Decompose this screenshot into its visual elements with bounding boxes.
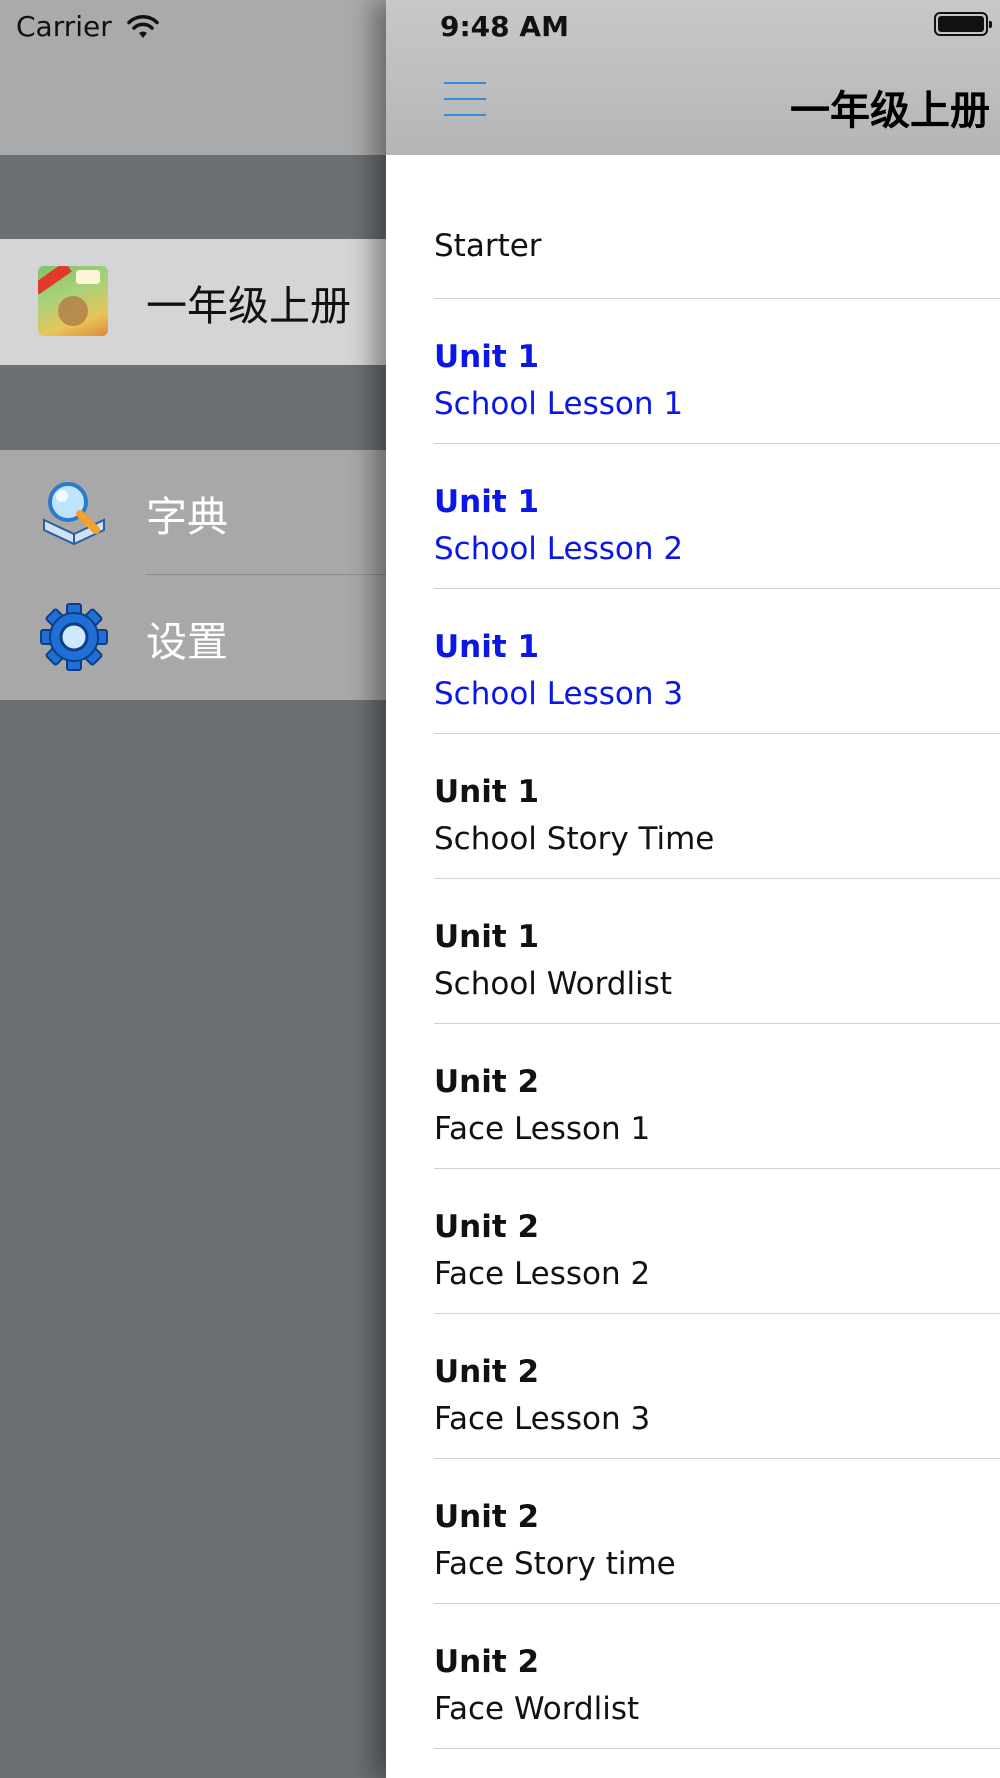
gear-icon <box>40 603 108 671</box>
list-item-lesson: Face Lesson 2 <box>434 1256 651 1292</box>
list-item-lesson: Face Story time <box>434 1546 676 1582</box>
drawer-item-current-book[interactable]: 一年级上册 <box>0 239 386 365</box>
drawer-item-label: 一年级上册 <box>146 282 351 330</box>
list-item-unit: Unit 1 <box>434 774 540 810</box>
list-item[interactable]: Unit 1 School Lesson 1 <box>386 299 1000 444</box>
list-item-unit: Unit 2 <box>434 1064 540 1100</box>
list-item[interactable]: Unit 2 Face Lesson 3 <box>386 1314 1000 1459</box>
list-item-lesson: School Story Time <box>434 821 715 857</box>
list-item[interactable]: Unit 2 Face Lesson 2 <box>386 1169 1000 1314</box>
list-item-unit: Unit 2 <box>434 1499 540 1535</box>
drawer-item-label: 设置 <box>146 617 228 666</box>
carrier-label: Carrier <box>16 10 112 43</box>
battery-icon <box>934 12 992 36</box>
list-item-unit: Unit 2 <box>434 1644 540 1680</box>
list-item[interactable]: Unit 1 School Lesson 3 <box>386 589 1000 734</box>
list-item[interactable]: Starter <box>386 155 1000 299</box>
list-item[interactable]: Unit 2 Face Story time <box>386 1459 1000 1604</box>
book-cover-icon <box>38 266 110 338</box>
status-time: 9:48 AM <box>440 10 569 43</box>
wifi-icon <box>127 14 159 38</box>
status-bar-left: Carrier <box>16 10 160 43</box>
list-item-unit: Unit 1 <box>434 629 540 665</box>
list-item-lesson: Face Lesson 3 <box>434 1401 651 1437</box>
list-item-lesson: School Lesson 2 <box>434 531 684 567</box>
list-item[interactable]: Unit 1 School Story Time <box>386 734 1000 879</box>
list-item[interactable]: Unit 2 Face Lesson 1 <box>386 1024 1000 1169</box>
drawer-item-label: 字典 <box>146 492 228 541</box>
list-item-unit: Unit 1 <box>434 484 540 520</box>
list-item-lesson: Face Lesson 1 <box>434 1111 651 1147</box>
main-panel: 9:48 AM 一年级上册 Starter Unit 1 School Less… <box>386 0 1000 1778</box>
dictionary-icon <box>43 482 105 546</box>
list-item[interactable]: Unit 1 School Wordlist <box>386 879 1000 1024</box>
list-item-lesson: School Lesson 1 <box>434 386 684 422</box>
list-item[interactable]: Unit 2 Face Wordlist <box>386 1604 1000 1749</box>
list-divider <box>434 1748 1000 1749</box>
list-item-lesson: Face Wordlist <box>434 1691 640 1727</box>
page-title: 一年级上册 <box>790 88 990 134</box>
lesson-list: Starter Unit 1 School Lesson 1 Unit 1 Sc… <box>386 155 1000 1749</box>
list-item-lesson: School Wordlist <box>434 966 672 1002</box>
drawer-header: Carrier <box>0 0 386 155</box>
list-item-lesson: School Lesson 3 <box>434 676 684 712</box>
navigation-bar: 9:48 AM 一年级上册 <box>386 0 1000 155</box>
list-item-unit: Unit 2 <box>434 1209 540 1245</box>
drawer-menu-group: 字典 设置 <box>0 450 386 700</box>
list-item-label: Starter <box>434 228 542 264</box>
hamburger-icon[interactable] <box>444 82 486 116</box>
list-item-unit: Unit 1 <box>434 339 540 375</box>
list-item-unit: Unit 1 <box>434 919 540 955</box>
drawer-item-settings[interactable]: 设置 <box>0 575 386 700</box>
list-item[interactable]: Unit 1 School Lesson 2 <box>386 444 1000 589</box>
side-drawer: Carrier 一年级上册 字典 设置 <box>0 0 386 1778</box>
list-item-unit: Unit 2 <box>434 1354 540 1390</box>
drawer-item-dictionary[interactable]: 字典 <box>0 450 386 575</box>
